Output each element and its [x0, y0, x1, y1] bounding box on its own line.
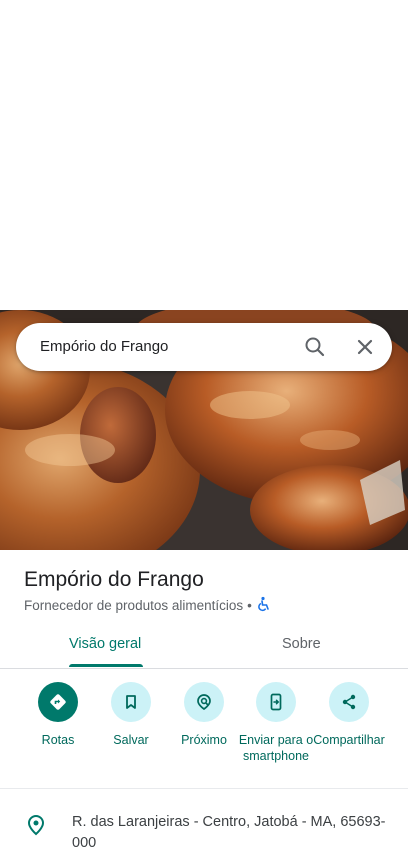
place-title: Empório do Frango	[24, 568, 204, 591]
save-label: Salvar	[113, 733, 149, 747]
share-button[interactable]: Compartilhar	[309, 682, 389, 748]
tab-about[interactable]: Sobre	[282, 636, 321, 652]
directions-icon	[38, 682, 78, 722]
directions-button[interactable]: Rotas	[18, 682, 98, 748]
tab-bar: Visão geral Sobre	[0, 620, 408, 669]
send-to-phone-icon	[256, 682, 296, 722]
wheelchair-accessible-icon	[256, 596, 272, 615]
place-subtitle: Fornecedor de produtos alimentícios •	[24, 596, 272, 615]
search-input[interactable]: Empório do Frango	[40, 338, 168, 355]
share-label: Compartilhar	[313, 733, 385, 747]
nearby-label: Próximo	[181, 733, 227, 747]
send-to-phone-label: Enviar para o smartphone	[238, 733, 314, 763]
address-text: R. das Laranjeiras - Centro, Jatobá - MA…	[72, 814, 386, 851]
location-pin-icon	[26, 814, 46, 841]
save-button[interactable]: Salvar	[91, 682, 171, 748]
nearby-button[interactable]: Próximo	[164, 682, 244, 748]
separator-dot: •	[247, 598, 252, 613]
directions-label: Rotas	[41, 733, 75, 747]
close-icon[interactable]	[351, 333, 379, 361]
send-to-phone-button[interactable]: Enviar para o smartphone	[236, 682, 316, 764]
tab-overview[interactable]: Visão geral	[69, 636, 141, 652]
active-tab-indicator	[69, 664, 143, 667]
share-icon	[329, 682, 369, 722]
bookmark-icon	[111, 682, 151, 722]
place-category: Fornecedor de produtos alimentícios	[24, 598, 244, 613]
search-bar[interactable]: Empório do Frango	[16, 323, 392, 371]
action-bar: Rotas Salvar Próximo Enviar para o smart…	[0, 680, 408, 789]
search-icon[interactable]	[301, 333, 329, 361]
nearby-icon	[184, 682, 224, 722]
